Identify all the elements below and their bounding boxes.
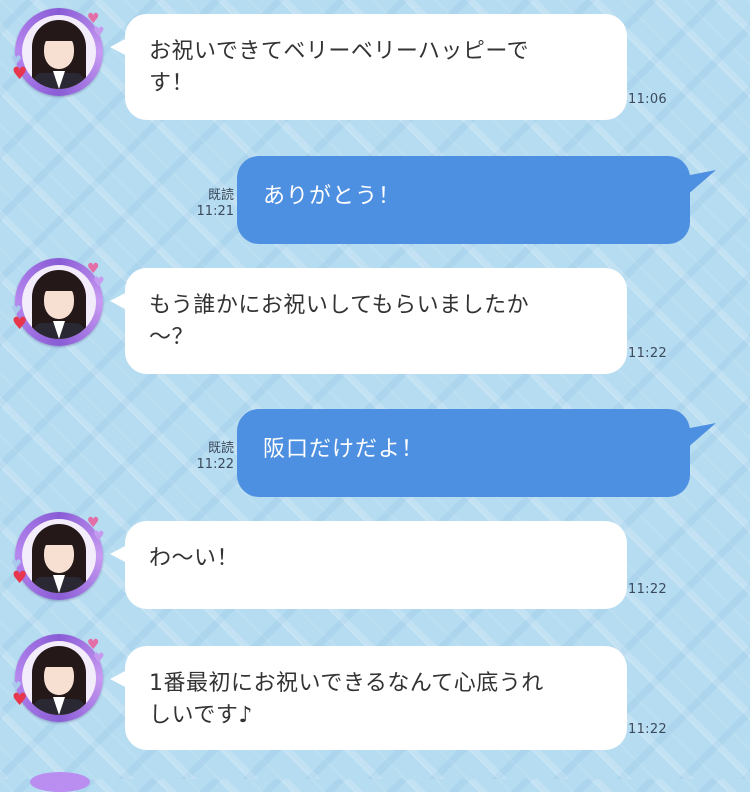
outgoing-message-bubble[interactable]: 阪口だけだよ！ <box>237 409 690 497</box>
heart-icon: ♥ <box>87 261 100 277</box>
message-row-outgoing: 既読 11:21 ありがとう！ <box>0 156 750 246</box>
heart-icon: ♥ <box>87 637 100 653</box>
message-text-line: 〜？ <box>149 325 195 350</box>
read-status: 既読 11:22 <box>190 441 234 473</box>
member-avatar-icon <box>30 772 90 792</box>
message-timestamp: 11:22 <box>628 722 667 737</box>
message-timestamp: 11:22 <box>628 582 667 597</box>
message-row-incoming: ♥ ♥ ♥ ♥ お祝いできてベリーベリーハッピーで す！ 11:06 <box>0 8 750 128</box>
read-status: 既読 11:21 <box>190 188 234 220</box>
message-row-incoming: ♥ ♥ ♥ ♥ もう誰かにお祝いしてもらいましたか 〜？ 11:22 <box>0 258 750 378</box>
heart-icon: ♥ <box>87 515 100 531</box>
message-text-line: す！ <box>149 71 195 96</box>
message-text-line: 1番最初にお祝いできるなんて心底うれ <box>149 671 544 696</box>
message-text-line: もう誰かにお祝いしてもらいましたか <box>149 293 530 318</box>
heart-icon: ♥ <box>11 679 22 693</box>
message-text-line: しいです♪ <box>149 703 253 728</box>
heart-icon: ♥ <box>93 25 105 40</box>
incoming-message-bubble[interactable]: お祝いできてベリーベリーハッピーで す！ <box>110 14 627 120</box>
message-text-line: わ〜い！ <box>149 546 240 571</box>
heart-icon: ♥ <box>93 529 105 544</box>
message-row-incoming: ♥ ♥ ♥ ♥ わ〜い！ 11:22 <box>0 512 750 612</box>
message-text: ありがとう！ <box>263 184 402 209</box>
message-text-line: お祝いできてベリーベリーハッピーで <box>149 39 530 64</box>
message-timestamp: 11:06 <box>628 92 667 107</box>
message-text: 阪口だけだよ！ <box>263 437 425 462</box>
heart-icon: ♥ <box>11 557 22 571</box>
heart-icon: ♥ <box>93 275 105 290</box>
outgoing-message-bubble[interactable]: ありがとう！ <box>237 156 690 244</box>
message-row-incoming: ♥ ♥ ♥ ♥ 1番最初にお祝いできるなんて心底うれ しいです♪ 11:22 <box>0 634 750 754</box>
read-label: 既読 <box>207 441 234 456</box>
heart-icon: ♥ <box>11 53 22 67</box>
chat-thread: ♥ ♥ ♥ ♥ お祝いできてベリーベリーハッピーで す！ 11:06 既読 11… <box>0 0 750 792</box>
member-avatar-icon[interactable]: ♥ ♥ ♥ ♥ <box>11 8 105 96</box>
message-timestamp: 11:21 <box>196 204 234 219</box>
heart-icon: ♥ <box>12 64 28 84</box>
member-avatar-icon[interactable]: ♥ ♥ ♥ ♥ <box>11 258 105 346</box>
heart-icon: ♥ <box>11 303 22 317</box>
message-row-outgoing: 既読 11:22 阪口だけだよ！ <box>0 409 750 499</box>
incoming-message-bubble[interactable]: 1番最初にお祝いできるなんて心底うれ しいです♪ <box>110 646 627 750</box>
incoming-message-bubble[interactable]: もう誰かにお祝いしてもらいましたか 〜？ <box>110 268 627 374</box>
member-avatar-icon[interactable]: ♥ ♥ ♥ ♥ <box>11 512 105 600</box>
read-label: 既読 <box>207 188 234 203</box>
heart-icon: ♥ <box>12 568 28 588</box>
member-avatar-icon[interactable]: ♥ ♥ ♥ ♥ <box>11 634 105 722</box>
incoming-message-bubble[interactable]: わ〜い！ <box>110 521 627 609</box>
heart-icon: ♥ <box>93 651 105 666</box>
heart-icon: ♥ <box>12 690 28 710</box>
message-timestamp: 11:22 <box>628 346 667 361</box>
message-timestamp: 11:22 <box>196 457 234 472</box>
heart-icon: ♥ <box>12 314 28 334</box>
heart-icon: ♥ <box>87 11 100 27</box>
